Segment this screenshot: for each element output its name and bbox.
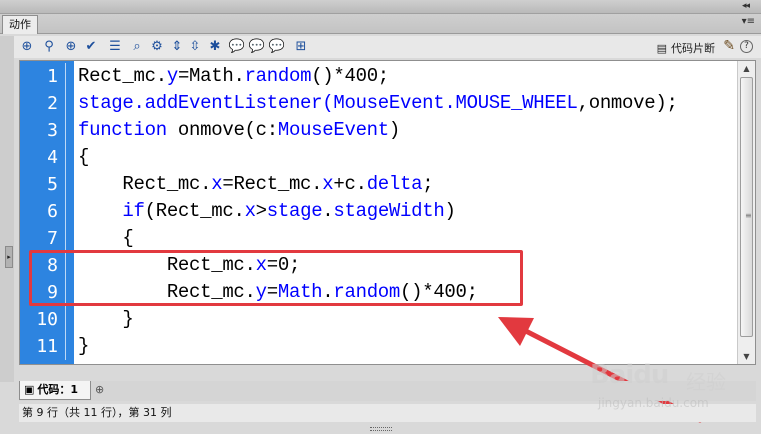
code-line[interactable]: } — [78, 333, 89, 360]
actions-panel: ◂◂ 动作 ▾≡ ▸ ⊕ ⚲ ⊕ ✔ ☰ ⌕ ⚙ ⇕ ⇳ ✱ 💬 💬 💬 ⊞ ▤ 代码片断 ✎ ? 1234… — [0, 0, 761, 434]
fold-marker[interactable] — [62, 117, 70, 144]
add-statement-icon[interactable]: ⊕ — [18, 38, 36, 56]
code-line[interactable]: if(Rect_mc.x>stage.stageWidth) — [78, 198, 455, 225]
collapse-between-braces-icon[interactable]: ⇕ — [168, 38, 186, 56]
auto-format-icon[interactable]: ☰ — [106, 38, 124, 56]
pin-script-icon[interactable]: ⊕ — [95, 383, 104, 396]
actions-toolbar: ⊕ ⚲ ⊕ ✔ ☰ ⌕ ⚙ ⇕ ⇳ ✱ 💬 💬 💬 ⊞ ▤ 代码片断 ✎ ? — [14, 36, 761, 58]
fold-marker[interactable] — [62, 225, 70, 252]
vertical-scrollbar[interactable]: ▲ ≡ ▼ — [737, 61, 755, 364]
code-line[interactable]: function onmove(c:MouseEvent) — [78, 117, 400, 144]
code-line[interactable]: stage.addEventListener(MouseEvent.MOUSE_… — [78, 90, 678, 117]
line-number: 10 — [36, 309, 58, 330]
fold-marker[interactable] — [62, 306, 70, 333]
script-file-icon: ▣ — [24, 383, 35, 396]
remove-comment-icon[interactable]: 💬 — [268, 38, 286, 56]
fold-marker[interactable] — [62, 198, 70, 225]
code-line[interactable]: Rect_mc.x=0; — [78, 252, 301, 279]
scrollbar-thumb[interactable]: ≡ — [740, 77, 753, 337]
collapse-arrows-icon[interactable]: ◂◂ — [742, 0, 750, 13]
code-snippets-label: 代码片断 — [671, 42, 715, 55]
find-icon[interactable]: ⚲ — [40, 38, 58, 56]
fold-marker[interactable] — [62, 333, 70, 360]
script-navigator-strip: ▸ — [0, 36, 14, 382]
code-line[interactable]: Rect_mc.y=Math.random()*400; — [78, 279, 478, 306]
show-hide-toolbox-icon[interactable]: ⊞ — [292, 38, 310, 56]
panel-menu-icon[interactable]: ▾≡ — [742, 16, 755, 27]
tab-actions[interactable]: 动作 — [2, 15, 38, 34]
script-tabs-bar: ▣ 代码：1 ⊕ — [19, 381, 756, 401]
tab-code-1[interactable]: ▣ 代码：1 — [19, 381, 91, 400]
fold-marker[interactable] — [62, 171, 70, 198]
line-number: 11 — [36, 336, 58, 357]
code-line[interactable]: Rect_mc.y=Math.random()*400; — [78, 63, 389, 90]
line-number: 1 — [47, 66, 58, 87]
line-number: 2 — [47, 93, 58, 114]
fold-marker[interactable] — [62, 252, 70, 279]
panel-title-bar: ◂◂ — [0, 0, 761, 14]
code-snippets-button[interactable]: ▤ 代码片断 — [657, 40, 715, 56]
code-line[interactable]: { — [78, 144, 89, 171]
line-number: 6 — [47, 201, 58, 222]
fold-marker[interactable] — [62, 144, 70, 171]
scroll-down-icon[interactable]: ▼ — [738, 349, 755, 364]
code-line[interactable]: Rect_mc.x=Rect_mc.x+c.delta; — [78, 171, 433, 198]
code-tab-label: 代码：1 — [37, 383, 79, 396]
code-line[interactable]: { — [78, 225, 133, 252]
code-snippets-icon: ▤ — [656, 42, 667, 55]
show-code-hint-icon[interactable]: ⌕ — [128, 38, 146, 56]
script-assist-icon[interactable]: ✎ — [723, 38, 735, 54]
status-bar: 第 9 行（共 11 行），第 31 列 — [19, 404, 756, 422]
expand-all-icon[interactable]: ✱ — [206, 38, 224, 56]
check-syntax-icon[interactable]: ✔ — [82, 38, 100, 56]
debug-options-icon[interactable]: ⚙ — [148, 38, 166, 56]
apply-line-comment-icon[interactable]: 💬 — [248, 38, 266, 56]
line-number: 3 — [47, 120, 58, 141]
thumb-grip-icon: ≡ — [745, 211, 752, 220]
help-icon[interactable]: ? — [740, 40, 753, 53]
line-number: 8 — [47, 255, 58, 276]
expand-navigator-handle[interactable]: ▸ — [5, 246, 13, 268]
panel-tab-bar: 动作 ▾≡ — [0, 14, 761, 34]
line-number-gutter: 1 2 3 4 5 6 7 8 9 10 11 — [20, 61, 74, 364]
code-line[interactable]: } — [78, 306, 133, 333]
line-number: 4 — [47, 147, 58, 168]
line-number: 5 — [47, 174, 58, 195]
fold-marker[interactable] — [62, 279, 70, 306]
line-number: 9 — [47, 282, 58, 303]
resize-grip-icon[interactable] — [370, 427, 392, 431]
line-number: 7 — [47, 228, 58, 249]
collapse-selection-icon[interactable]: ⇳ — [186, 38, 204, 56]
code-area[interactable]: Rect_mc.y=Math.random()*400; stage.addEve… — [78, 61, 738, 364]
code-editor[interactable]: 1 2 3 4 5 6 7 8 9 10 11 Rect_mc.y=Math.random()*40… — [19, 60, 756, 365]
fold-marker[interactable] — [62, 90, 70, 117]
target-path-icon[interactable]: ⊕ — [62, 38, 80, 56]
scroll-up-icon[interactable]: ▲ — [738, 61, 755, 76]
apply-block-comment-icon[interactable]: 💬 — [228, 38, 246, 56]
fold-marker[interactable] — [62, 63, 70, 90]
